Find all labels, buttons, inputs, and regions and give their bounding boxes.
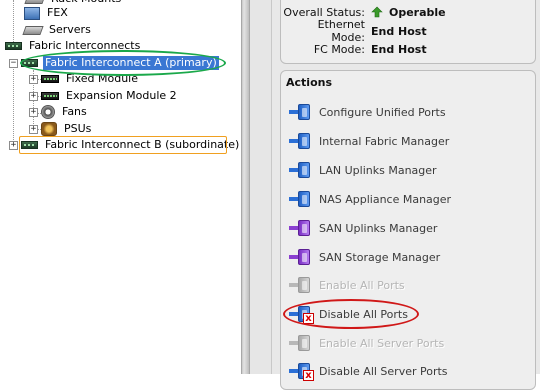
action-label: LAN Uplinks Manager — [319, 163, 437, 177]
tree-item-expansion-module-2[interactable]: + Expansion Module 2 — [29, 88, 179, 104]
overall-status-value: Operable — [389, 5, 446, 19]
overall-status-label: Overall Status: — [283, 5, 365, 19]
tree-item-label: Expansion Module 2 — [66, 89, 177, 102]
san-port-icon — [289, 218, 315, 238]
disable-all-ports-action[interactable]: x Disable All Ports — [289, 303, 408, 325]
tree-item-fabric-interconnect-a[interactable]: − Fabric Interconnect A (primary) — [9, 55, 219, 71]
tree-item-fabric-interconnect-b[interactable]: + Fabric Interconnect B (subordinate) — [9, 137, 241, 153]
navigation-tree: Rack Mounts FEX Servers Fabric Interconn… — [0, 0, 242, 374]
enable-all-ports-action[interactable]: Enable All Ports — [289, 274, 405, 296]
lan-uplinks-manager-action[interactable]: LAN Uplinks Manager — [289, 159, 437, 181]
actions-title: Actions — [286, 76, 332, 89]
tree-item-label: Fixed Module — [66, 72, 138, 85]
port-icon — [289, 131, 315, 151]
tree-item-fabric-interconnects[interactable]: Fabric Interconnects — [5, 38, 142, 54]
tree-item-psus[interactable]: + PSUs — [29, 121, 93, 137]
port-icon-disabled — [289, 333, 315, 353]
action-label: NAS Appliance Manager — [319, 192, 452, 206]
disable-all-server-ports-action[interactable]: x Disable All Server Ports — [289, 360, 448, 382]
tree-item-label: Fabric Interconnect A (primary) — [43, 56, 219, 70]
nas-appliance-manager-action[interactable]: NAS Appliance Manager — [289, 188, 451, 210]
tree-item-servers[interactable]: Servers — [22, 22, 93, 38]
fan-icon — [41, 105, 55, 119]
actions-section: Actions Configure Unified Ports Internal… — [280, 70, 536, 390]
action-label: Disable All Server Ports — [319, 364, 448, 378]
chassis-icon — [5, 42, 22, 50]
port-icon — [289, 160, 315, 180]
rack-icon — [24, 0, 46, 4]
internal-fabric-manager-action[interactable]: Internal Fabric Manager — [289, 130, 449, 152]
chassis-icon — [21, 141, 38, 149]
tree-item-label: Fabric Interconnect B (subordinate) — [45, 138, 240, 151]
details-pane: Overall Status: Operable Ethernet Mode: … — [272, 0, 540, 390]
san-storage-manager-action[interactable]: SAN Storage Manager — [289, 246, 440, 268]
port-icon-disabled — [289, 275, 315, 295]
fc-mode-value: End Host — [371, 42, 427, 56]
action-label: Enable All Ports — [319, 278, 405, 292]
tree-item-label: Fans — [62, 105, 87, 118]
fc-mode-row: FC Mode: End Host — [281, 41, 481, 57]
action-label: Disable All Ports — [319, 307, 408, 321]
fex-icon — [24, 6, 40, 20]
status-section: Overall Status: Operable Ethernet Mode: … — [280, 0, 536, 64]
enable-all-server-ports-action[interactable]: Enable All Server Ports — [289, 332, 444, 354]
server-icon — [22, 25, 44, 35]
disable-port-icon: x — [289, 304, 315, 324]
module-icon — [41, 92, 59, 100]
san-uplinks-manager-action[interactable]: SAN Uplinks Manager — [289, 217, 437, 239]
expand-toggle[interactable]: + — [29, 91, 38, 101]
chassis-icon — [21, 59, 38, 67]
port-icon — [289, 189, 315, 209]
disable-port-icon: x — [289, 361, 315, 381]
tree-item-fixed-module[interactable]: + Fixed Module — [29, 71, 140, 87]
expand-toggle[interactable]: + — [29, 74, 38, 84]
tree-guide-line — [13, 62, 14, 146]
ethernet-mode-row: Ethernet Mode: End Host — [281, 18, 481, 44]
expand-toggle[interactable]: + — [29, 124, 38, 134]
collapse-toggle[interactable]: − — [9, 58, 18, 68]
side-strip — [250, 0, 272, 374]
fc-mode-label: FC Mode: — [313, 42, 365, 56]
action-label: SAN Storage Manager — [319, 250, 441, 264]
ethernet-mode-value: End Host — [371, 24, 427, 38]
up-arrow-icon — [371, 6, 383, 18]
psu-icon — [41, 122, 57, 136]
action-label: Internal Fabric Manager — [319, 134, 450, 148]
port-icon — [289, 102, 315, 122]
expand-toggle[interactable]: + — [29, 107, 38, 117]
panel-splitter[interactable] — [241, 0, 250, 374]
expand-toggle[interactable]: + — [9, 140, 18, 150]
san-port-icon — [289, 247, 315, 267]
tree-item-fex[interactable]: FEX — [24, 5, 70, 21]
tree-item-fans[interactable]: + Fans — [29, 104, 89, 120]
tree-item-label: Fabric Interconnects — [29, 39, 141, 52]
configure-unified-ports-action[interactable]: Configure Unified Ports — [289, 101, 446, 123]
tree-item-label: PSUs — [64, 122, 92, 135]
action-label: SAN Uplinks Manager — [319, 221, 438, 235]
tree-item-label: Servers — [49, 23, 91, 36]
module-icon — [41, 75, 59, 83]
action-label: Enable All Server Ports — [319, 336, 445, 350]
action-label: Configure Unified Ports — [319, 105, 446, 119]
tree-item-label: FEX — [47, 6, 68, 19]
